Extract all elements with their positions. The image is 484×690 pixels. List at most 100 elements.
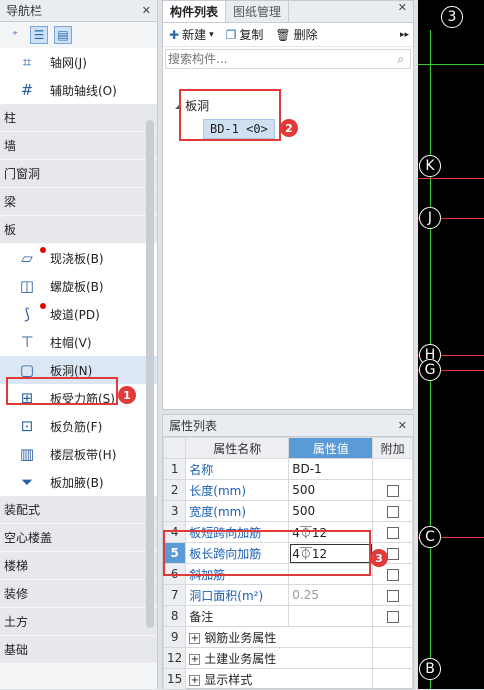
row-name: 斜加筋: [185, 563, 290, 585]
row-group-name: + 钢筋业务属性: [185, 626, 374, 648]
table-row[interactable]: 8 备注: [162, 605, 413, 627]
new-icon: ✚: [169, 27, 180, 42]
table-row[interactable]: 4 板短跨向加筋 4⏁12: [162, 521, 413, 543]
category-slab[interactable]: 板: [0, 216, 157, 244]
category-column[interactable]: 柱: [0, 104, 157, 132]
tree-expand-icon[interactable]: ◢: [175, 101, 181, 110]
row-value[interactable]: 4⏁12: [288, 521, 374, 543]
nav-item-spiral-slab[interactable]: ◫ 螺旋板(B): [0, 272, 157, 300]
delete-label: 删除: [293, 28, 318, 42]
checkbox[interactable]: [386, 484, 399, 497]
axis-label-g[interactable]: G: [419, 359, 441, 381]
drawing-canvas[interactable]: 3 K J H G C B: [418, 0, 484, 689]
category-stairs[interactable]: 楼梯: [0, 552, 157, 580]
table-row[interactable]: 1 名称 BD-1: [162, 458, 413, 480]
table-row[interactable]: 7 洞口面积(m²) 0.25: [162, 584, 413, 606]
new-button[interactable]: ✚ 新建 ▾: [169, 26, 214, 43]
row-extra: [372, 605, 413, 627]
nav-item-negative-rebar[interactable]: ⊡ 板负筋(F): [0, 412, 157, 440]
search-input[interactable]: [168, 52, 398, 66]
nav-item-slab-strip[interactable]: ▥ 楼层板带(H): [0, 440, 157, 468]
expand-icon[interactable]: +: [189, 653, 201, 665]
row-value[interactable]: [288, 605, 374, 627]
slab-rebar-icon: ⊞: [20, 389, 34, 407]
axis-label-b[interactable]: B: [419, 658, 441, 680]
checkbox[interactable]: [386, 610, 399, 623]
header-extra: 附加: [372, 437, 413, 459]
row-value[interactable]: 500: [288, 479, 374, 501]
axis-label-k[interactable]: K: [419, 155, 441, 177]
tree-node-label: 板洞: [185, 99, 210, 113]
axis-label-3[interactable]: 3: [441, 6, 463, 28]
nav-item-column-cap[interactable]: ⊤ 柱帽(V): [0, 328, 157, 356]
category-beam[interactable]: 梁: [0, 188, 157, 216]
row-num: 8: [162, 605, 187, 627]
search-icon[interactable]: ⌕: [397, 52, 404, 67]
category-foundation[interactable]: 基础: [0, 636, 157, 664]
row-value[interactable]: 4⏁12: [288, 542, 374, 564]
category-earthwork[interactable]: 土方: [0, 608, 157, 636]
grid-list-icon[interactable]: ▤: [54, 26, 72, 44]
axis-label-c[interactable]: C: [419, 526, 441, 548]
category-door-window[interactable]: 门窗洞: [0, 160, 157, 188]
row-value[interactable]: 500: [288, 500, 374, 522]
category-wall[interactable]: 墙: [0, 132, 157, 160]
tab-component-list[interactable]: 构件列表: [163, 1, 227, 22]
nav-item-slab-haunch[interactable]: ⏷ 板加腋(B): [0, 468, 157, 496]
table-row-group[interactable]: 9 + 钢筋业务属性: [162, 626, 413, 648]
table-row[interactable]: 6 斜加筋: [162, 563, 413, 585]
nav-item-axis-grid[interactable]: ⌗ 轴网(J): [0, 48, 157, 76]
copy-button[interactable]: ❐ 复制: [226, 26, 264, 43]
expand-icon[interactable]: +: [189, 674, 201, 686]
delete-button[interactable]: 🗑 删除: [275, 26, 317, 43]
row-extra: [372, 521, 413, 543]
category-prefab[interactable]: 装配式: [0, 496, 157, 524]
more-icon[interactable]: ▸▸: [400, 30, 409, 40]
row-name: 名称: [185, 458, 290, 480]
checkbox[interactable]: [386, 505, 399, 518]
row-num: 4: [162, 521, 187, 543]
checkbox[interactable]: [386, 547, 399, 560]
checkbox[interactable]: [386, 589, 399, 602]
nav-title-text: 导航栏: [6, 4, 43, 18]
row-num: 3: [162, 500, 187, 522]
checkbox[interactable]: [386, 526, 399, 539]
axis-label-j[interactable]: J: [419, 207, 441, 229]
close-icon[interactable]: ✕: [142, 0, 151, 22]
nav-scrollbar[interactable]: [146, 120, 154, 628]
badge-2: 2: [280, 119, 298, 137]
row-group-name: + 显示样式: [185, 668, 374, 690]
row-value[interactable]: [288, 563, 374, 585]
table-row-group[interactable]: 12 + 土建业务属性: [162, 647, 413, 669]
nav-title: 导航栏 ✕: [0, 0, 157, 22]
grid-line: [418, 178, 484, 179]
tree-leaf-bd1[interactable]: BD-1 <0>: [203, 119, 275, 139]
nav-item-label: 轴网(J): [50, 55, 87, 70]
nav-item-label: 板加腋(B): [50, 475, 104, 490]
plus-icon[interactable]: ⁺: [6, 26, 24, 44]
checkbox[interactable]: [386, 568, 399, 581]
row-value[interactable]: BD-1: [288, 458, 374, 480]
nav-item-slab-hole[interactable]: ▢ 板洞(N): [0, 356, 157, 384]
nav-item-label: 坡道(PD): [50, 307, 100, 322]
list-icon[interactable]: ☰: [30, 26, 48, 44]
nav-item-aux-axis[interactable]: # 辅助轴线(O): [0, 76, 157, 104]
row-name: 宽度(mm): [185, 500, 290, 522]
category-hollow-floor[interactable]: 空心楼盖: [0, 524, 157, 552]
attribute-title: 属性列表 ✕: [163, 415, 413, 437]
expand-icon[interactable]: +: [189, 632, 201, 644]
row-name: 备注: [185, 605, 290, 627]
nav-item-cast-slab[interactable]: ▱ 现浇板(B): [0, 244, 157, 272]
nav-item-ramp[interactable]: ⟆ 坡道(PD): [0, 300, 157, 328]
row-num: 5: [162, 542, 187, 564]
tree-node-slab-hole[interactable]: ◢ 板洞: [175, 97, 209, 114]
row-group-name: + 土建业务属性: [185, 647, 374, 669]
table-row-group[interactable]: 15 + 显示样式: [162, 668, 413, 690]
trash-icon: 🗑: [275, 27, 291, 42]
table-row[interactable]: 3 宽度(mm) 500: [162, 500, 413, 522]
close-icon[interactable]: ✕: [398, 1, 407, 14]
close-icon[interactable]: ✕: [398, 415, 407, 437]
table-row[interactable]: 2 长度(mm) 500: [162, 479, 413, 501]
category-decoration[interactable]: 装修: [0, 580, 157, 608]
tab-drawing-management[interactable]: 图纸管理: [226, 1, 290, 22]
